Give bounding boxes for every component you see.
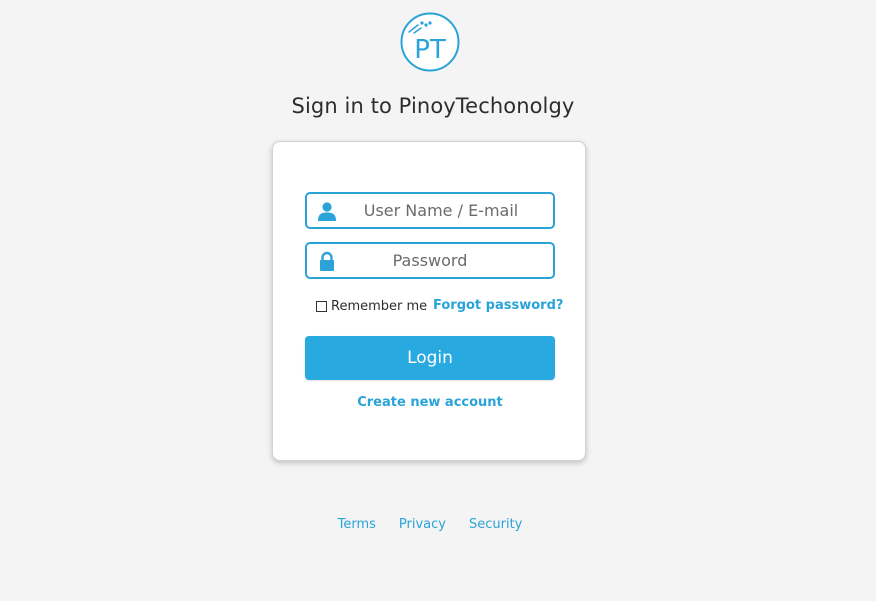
logo-mark: PT xyxy=(400,12,460,72)
login-button[interactable]: Login xyxy=(305,336,555,380)
footer-links: Terms Privacy Security xyxy=(0,517,860,532)
remember-me[interactable]: Remember me xyxy=(316,298,427,314)
page-title: Sign in to PinoyTechonolgy xyxy=(291,94,575,118)
security-link[interactable]: Security xyxy=(469,517,522,532)
username-input[interactable] xyxy=(341,194,541,227)
username-field[interactable] xyxy=(305,192,555,229)
login-card: Remember me Forgot password? Login Creat… xyxy=(272,141,586,461)
terms-link[interactable]: Terms xyxy=(338,517,376,532)
forgot-password-link[interactable]: Forgot password? xyxy=(433,298,563,314)
privacy-link[interactable]: Privacy xyxy=(399,517,446,532)
password-field[interactable] xyxy=(305,242,555,279)
site-logo: PT xyxy=(400,12,460,72)
remember-checkbox[interactable] xyxy=(316,300,327,312)
password-input[interactable] xyxy=(317,244,543,277)
create-account-link[interactable]: Create new account xyxy=(273,395,587,410)
user-icon xyxy=(318,202,336,221)
remember-label[interactable]: Remember me xyxy=(331,299,427,314)
logo-text: PT xyxy=(414,35,446,65)
